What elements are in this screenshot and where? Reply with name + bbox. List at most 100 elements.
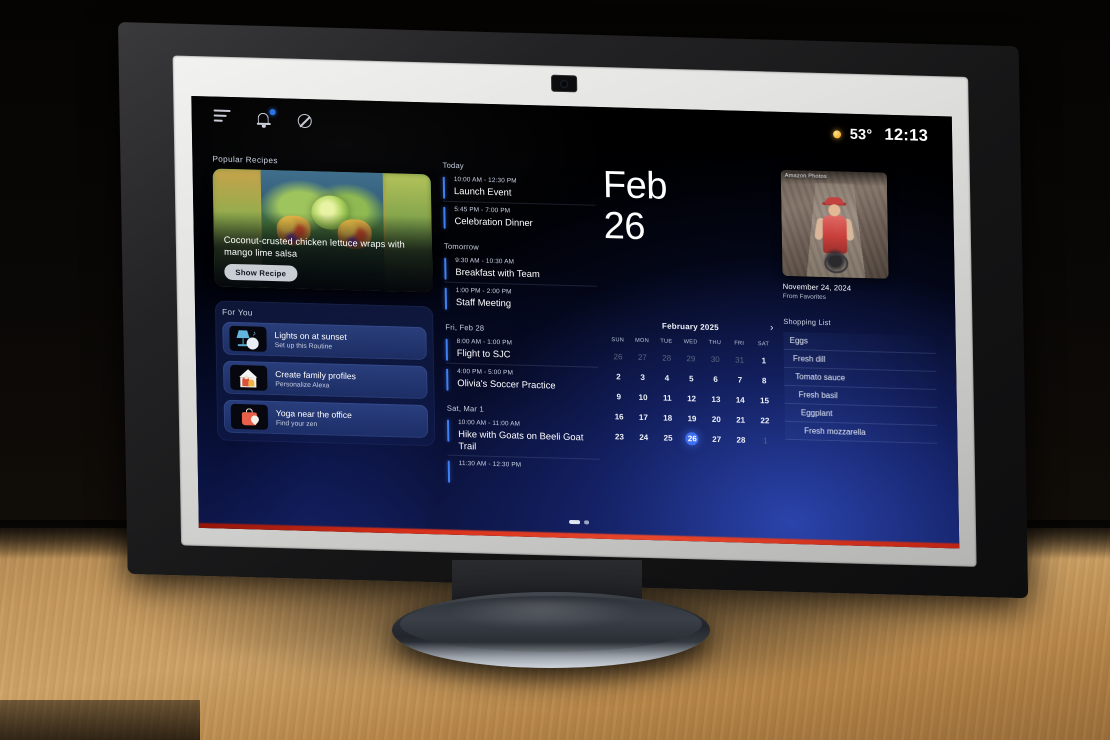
do-not-disturb-icon[interactable] [296,112,315,132]
calendar-day[interactable]: 7 [728,373,753,387]
calendar-day[interactable]: 23 [607,430,632,444]
event-name: Hike with Goats on Beeli Goat Trail [458,427,584,451]
calendar-day[interactable]: 26 [606,350,631,364]
calendar-day[interactable]: 27 [704,433,729,447]
desk-edge [0,700,200,740]
calendar-day[interactable]: 2 [606,370,631,384]
lamp-music-icon: ♪ [229,325,267,352]
for-you-item-title: Yoga near the office [275,407,352,420]
calendar-day[interactable]: 16 [607,410,632,424]
calendar-day[interactable]: 25 [656,431,681,445]
calendar-day[interactable]: 27 [630,351,655,365]
pagination-dot-active[interactable] [568,519,581,525]
agenda-event[interactable]: 1:00 PM - 2:00 PM Staff Meeting [444,284,598,315]
calendar-day[interactable]: 20 [704,413,729,427]
event-color-bar [444,257,447,280]
for-you-item-lights[interactable]: ♪ Lights on at sunset Set up this Routin… [222,321,427,361]
for-you-item-subtitle: Set up this Routine [274,341,333,351]
calendar-day[interactable]: 21 [728,413,753,427]
calendar-dow: THU [708,339,722,347]
calendar-day[interactable]: 19 [680,412,705,426]
calendar-day[interactable]: 5 [679,372,704,386]
agenda-day-label: Fri, Feb 28 [445,322,485,333]
calendar-day[interactable]: 31 [727,353,752,367]
for-you-item-yoga[interactable]: Yoga near the office Find your zen [223,399,429,439]
event-color-bar [446,368,449,391]
device-screen: 53° 12:13 Popular Recipes Coconut-cruste… [191,95,960,549]
for-you-item-subtitle: Find your zen [275,419,318,428]
calendar-day[interactable]: 29 [679,352,704,366]
agenda-event[interactable]: 10:00 AM - 12:30 PM Launch Event [442,173,596,206]
event-color-bar [444,287,448,310]
pagination-dot[interactable] [584,519,589,525]
calendar-day[interactable]: 1 [752,354,777,368]
calendar-day[interactable]: 28 [729,433,754,447]
calendar-day[interactable]: 8 [752,374,777,388]
event-time: 11:30 AM - 12:30 PM [458,459,522,469]
today-number: 26 [685,432,699,446]
calendar-day[interactable]: 10 [631,391,656,405]
hamburger-lines-icon[interactable] [213,109,233,130]
notification-badge-dot [269,109,276,115]
calendar-day[interactable]: 9 [606,390,631,404]
calendar-day[interactable]: 1 [753,434,778,448]
big-date: Feb 26 [602,164,775,252]
calendar-day[interactable]: 6 [703,373,728,387]
for-you-panel: For You ♪ Lights on at sunset Set up thi… [214,300,436,447]
calendar-day[interactable]: 13 [704,393,729,407]
front-camera [550,74,578,93]
event-name: Staff Meeting [455,295,512,308]
calendar-day[interactable]: 11 [655,391,680,405]
calendar-header: February 2025 › [605,317,775,336]
calendar-dow: MON [635,337,650,345]
big-date-month: Feb [602,164,668,208]
for-you-item-profiles[interactable]: Create family profiles Personalize Alexa [222,360,428,400]
calendar-day[interactable]: 15 [752,394,777,408]
status-cluster[interactable]: 53° 12:13 [832,124,929,146]
agenda-event[interactable]: 8:00 AM - 1:00 PM Flight to SJC [445,335,599,368]
calendar-dow: WED [683,339,698,346]
agenda-event[interactable]: 9:30 AM - 10:30 AM Breakfast with Team [444,254,597,287]
calendar-day[interactable]: 22 [753,414,778,428]
calendar-day[interactable]: 28 [654,351,679,365]
calendar-day[interactable]: 12 [679,392,704,406]
calendar-column: Feb 26 February 2025 › SUN MON TUE WED T… [602,164,779,526]
calendar-grid: SUN MON TUE WED THU FRI SAT 26 27 28 29 … [606,337,778,448]
agenda-column[interactable]: Today 10:00 AM - 12:30 PM Launch Event 5… [442,161,600,525]
event-name: Flight to SJC [456,346,511,360]
calendar-day[interactable]: 3 [630,371,655,385]
device-base [392,592,710,668]
calendar-widget[interactable]: February 2025 › SUN MON TUE WED THU FRI … [605,317,777,448]
calendar-dow: SUN [611,337,625,344]
clock-value: 12:13 [884,125,929,145]
calendar-dow: FRI [734,340,745,347]
pagination-dots[interactable] [568,519,589,525]
calendar-dow: TUE [660,338,673,345]
show-recipe-button[interactable]: Show Recipe [224,263,298,282]
calendar-day-today[interactable]: 26 [680,432,705,446]
event-color-bar [442,176,446,199]
sun-icon [832,129,841,139]
calendar-day[interactable]: 24 [631,431,656,445]
recipe-card[interactable]: Coconut-crusted chicken lettuce wraps wi… [212,168,433,293]
calendar-day[interactable]: 30 [703,353,728,367]
agenda-event[interactable]: 11:30 AM - 12:30 PM [447,458,600,483]
agenda-event[interactable]: 5:45 PM - 7:00 PM Celebration Dinner [443,203,596,234]
left-column: Popular Recipes Coconut-crusted chicken … [212,154,436,447]
agenda-event[interactable]: 4:00 PM - 5:00 PM Olivia's Soccer Practi… [446,365,599,396]
calendar-day[interactable]: 17 [631,411,656,425]
for-you-item-title: Lights on at sunset [274,329,347,342]
photo-metadata: November 24, 2024 From Favorites [783,282,935,304]
for-you-section: For You ♪ Lights on at sunset Set up thi… [214,300,436,447]
notification-bell-icon[interactable] [255,109,276,131]
calendar-day[interactable]: 14 [728,393,753,407]
for-you-label: For You [222,307,253,318]
photo-widget[interactable]: Amazon Photos [780,169,889,279]
calendar-day[interactable]: 4 [655,371,680,385]
shopping-list-widget[interactable]: Shopping List Eggs Fresh dill Tomato sau… [783,316,938,444]
agenda-event[interactable]: 10:00 AM - 11:00 AM Hike with Goats on B… [446,416,600,460]
chevron-right-icon[interactable]: › [770,321,774,334]
calendar-day[interactable]: 18 [655,411,680,425]
event-color-bar [447,460,451,483]
shopping-list-label: Shopping List [783,316,831,327]
